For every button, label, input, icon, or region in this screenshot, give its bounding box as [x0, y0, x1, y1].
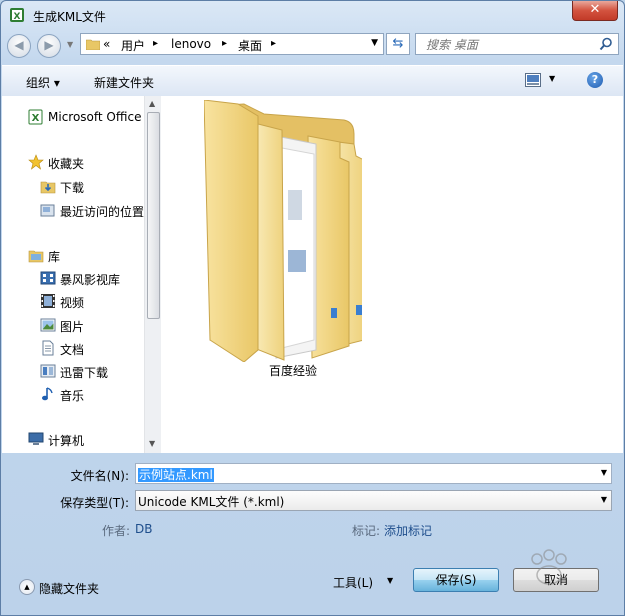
film-icon: [41, 294, 55, 308]
filename-input[interactable]: 示例站点.kml: [138, 468, 214, 482]
title-bar: X 生成KML文件 ✕: [1, 1, 624, 29]
sidebar-item-label: 计算机: [48, 434, 85, 448]
chevron-down-icon[interactable]: ▼: [601, 468, 607, 477]
thunder-download-icon: [40, 364, 56, 378]
chevron-down-icon: ▼: [387, 576, 394, 585]
library-icon: [28, 250, 44, 263]
tags-label: 标记:: [352, 524, 381, 538]
sidebar-scrollbar[interactable]: ▲ ▼: [144, 96, 161, 453]
breadcrumb-desktop[interactable]: 桌面: [238, 37, 262, 54]
author-value[interactable]: DB: [135, 522, 152, 536]
sidebar-item-label: 音乐: [60, 389, 85, 403]
change-view-icon[interactable]: [525, 73, 541, 87]
file-list: 百度经验: [161, 96, 623, 453]
save-dialog: X 生成KML文件 ✕ ◀ ▶ ▼ « 用户 ▸ lenovo ▸ 桌面 ▸ ▼…: [0, 0, 625, 616]
chevron-down-icon[interactable]: ▼: [371, 38, 378, 48]
folder-icon: [86, 39, 100, 50]
filetype-select[interactable]: Unicode KML文件 (*.kml) ▼: [135, 490, 612, 511]
sidebar-item-label: 库: [48, 250, 61, 264]
tools-label: 工具(L): [333, 576, 374, 590]
organize-button[interactable]: 组织 ▾: [26, 74, 60, 91]
help-icon[interactable]: ?: [587, 72, 603, 88]
content-area: X Microsoft Office 收藏夹 下载 最近访问的位置 库 暴风影视…: [2, 96, 623, 453]
star-icon: [28, 154, 44, 170]
address-bar[interactable]: « 用户 ▸ lenovo ▸ 桌面 ▸ ▼: [80, 33, 384, 55]
document-icon: [42, 340, 54, 356]
search-icon[interactable]: [599, 37, 613, 51]
folder-name-label[interactable]: 百度经验: [269, 362, 317, 379]
view-options-dropdown[interactable]: ▼: [549, 74, 555, 83]
music-icon: [42, 387, 53, 401]
video-library-icon: [40, 271, 56, 285]
excel-icon: X: [10, 8, 24, 22]
breadcrumb-overflow[interactable]: «: [103, 37, 110, 51]
sidebar-item-label: 图片: [60, 320, 85, 334]
chevron-down-icon[interactable]: ▼: [601, 495, 607, 504]
close-button[interactable]: ✕: [572, 1, 618, 21]
breadcrumb-separator[interactable]: ▸: [222, 38, 227, 49]
refresh-button[interactable]: ⇆: [386, 33, 410, 55]
breadcrumb-users[interactable]: 用户: [121, 37, 145, 54]
recent-places-icon: [40, 204, 55, 217]
large-folder-icon[interactable]: [204, 100, 362, 362]
download-folder-icon: [40, 181, 56, 194]
sidebar-item-label: 视频: [60, 296, 85, 310]
search-box[interactable]: [415, 33, 619, 55]
svg-text:X: X: [14, 12, 21, 22]
breadcrumb-separator[interactable]: ▸: [153, 38, 158, 49]
filetype-label: 保存类型(T):: [60, 496, 129, 510]
back-button[interactable]: ◀: [7, 34, 31, 58]
filename-label: 文件名(N):: [70, 469, 129, 483]
new-folder-button[interactable]: 新建文件夹: [94, 74, 154, 91]
scroll-down-icon[interactable]: ▼: [149, 439, 155, 448]
sidebar-item-label: 暴风影视库: [60, 273, 121, 287]
navigation-pane: X Microsoft Office 收藏夹 下载 最近访问的位置 库 暴风影视…: [2, 96, 144, 453]
navigation-bar: ◀ ▶ ▼ « 用户 ▸ lenovo ▸ 桌面 ▸ ▼ ⇆: [7, 32, 619, 58]
tools-button[interactable]: 工具(L) ▼: [327, 571, 399, 593]
sidebar-item-label: 迅雷下载: [60, 366, 109, 380]
baidu-watermark-icon: [531, 549, 567, 585]
sidebar-item-label: 下载: [60, 181, 85, 195]
breadcrumb-lenovo[interactable]: lenovo: [171, 37, 211, 51]
chevron-up-icon: ▲: [19, 579, 35, 595]
breadcrumb-separator[interactable]: ▸: [271, 38, 276, 49]
picture-icon: [40, 318, 56, 332]
hide-folders-label: 隐藏文件夹: [39, 582, 100, 596]
sidebar-item-label: 最近访问的位置: [60, 205, 144, 219]
sidebar-item-label: 文档: [60, 343, 85, 357]
excel-icon: X: [28, 109, 43, 125]
filetype-value: Unicode KML文件 (*.kml): [138, 495, 285, 509]
forward-button[interactable]: ▶: [37, 34, 61, 58]
command-bar: 组织 ▾ 新建文件夹 ▼ ?: [2, 65, 623, 97]
computer-icon: [28, 432, 44, 445]
refresh-icon: ⇆: [392, 36, 404, 51]
scrollbar-thumb[interactable]: [147, 112, 160, 319]
window-title: 生成KML文件: [33, 10, 106, 24]
filename-field[interactable]: 示例站点.kml ▼: [135, 463, 612, 484]
search-input[interactable]: [424, 36, 598, 54]
recent-locations-dropdown[interactable]: ▼: [67, 40, 73, 49]
svg-text:X: X: [32, 113, 40, 124]
author-label: 作者:: [102, 524, 131, 538]
scroll-up-icon[interactable]: ▲: [149, 99, 155, 108]
sidebar-item-label: Microsoft Office: [48, 110, 142, 124]
add-tags-link[interactable]: 添加标记: [384, 522, 432, 539]
sidebar-item-label: 收藏夹: [48, 157, 85, 171]
